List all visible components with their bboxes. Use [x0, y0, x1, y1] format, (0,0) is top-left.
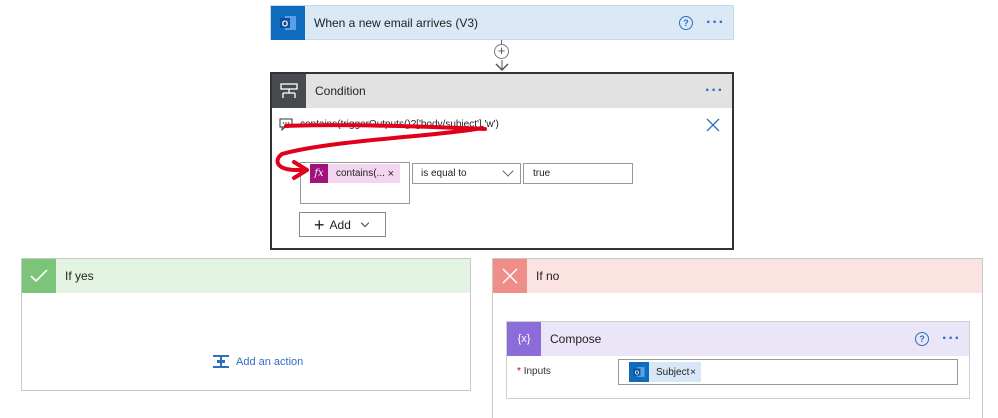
- help-icon[interactable]: ?: [679, 15, 694, 30]
- expression-text: contains(triggerOutputs()?['body/subject…: [300, 119, 499, 130]
- branch-if-no: If no {x} Compose ? ··· * Inputs O Subje…: [492, 258, 983, 418]
- outlook-icon: O: [271, 5, 305, 40]
- add-an-action-link[interactable]: Add an action: [212, 354, 303, 370]
- expression-token-label: contains(...: [336, 168, 385, 179]
- chevron-down-icon: [502, 165, 514, 177]
- add-label: Add: [329, 217, 351, 232]
- expression-token[interactable]: fx contains(... ×: [310, 164, 400, 183]
- subject-token-label: Subject: [656, 366, 690, 378]
- subject-token[interactable]: O Subject ×: [629, 362, 701, 382]
- checkmark-icon: [22, 259, 56, 293]
- fx-icon: fx: [310, 164, 328, 183]
- branch-if-yes: If yes Add an action: [21, 258, 471, 391]
- inputs-label-text: Inputs: [523, 366, 551, 377]
- svg-text:O: O: [635, 370, 640, 376]
- insert-step-button[interactable]: +: [494, 44, 509, 59]
- compose-title: Compose: [550, 332, 602, 346]
- arrow-down-icon: [495, 60, 509, 72]
- plus-icon: +: [314, 214, 325, 235]
- help-icon[interactable]: ?: [915, 332, 930, 346]
- operator-select[interactable]: is equal to: [412, 163, 521, 184]
- inputs-label: * Inputs: [517, 366, 551, 377]
- outlook-icon: O: [629, 362, 649, 382]
- remove-token-icon[interactable]: ×: [690, 367, 696, 378]
- add-row-button[interactable]: + Add: [299, 212, 386, 237]
- condition-header[interactable]: Condition ···: [272, 74, 732, 108]
- if-yes-header[interactable]: If yes: [22, 259, 470, 293]
- condition-icon: [272, 74, 306, 108]
- more-options-icon[interactable]: ···: [942, 331, 961, 347]
- if-no-header[interactable]: If no: [493, 259, 982, 293]
- condition-title: Condition: [315, 84, 366, 98]
- if-no-title: If no: [536, 269, 560, 283]
- compose-header[interactable]: {x} Compose ? ···: [507, 322, 969, 356]
- chevron-down-icon: [360, 218, 370, 227]
- remove-token-icon[interactable]: ×: [388, 168, 394, 180]
- add-action-icon: [213, 355, 229, 368]
- compose-icon: {x}: [507, 322, 541, 356]
- if-yes-title: If yes: [65, 269, 94, 283]
- compose-card[interactable]: {x} Compose ? ··· * Inputs O Subject ×: [506, 321, 970, 399]
- more-options-icon[interactable]: ···: [706, 14, 725, 30]
- x-icon: [493, 259, 527, 293]
- add-an-action-label: Add an action: [236, 356, 304, 368]
- comment-icon: [279, 118, 293, 131]
- condition-right-operand[interactable]: true: [523, 163, 633, 184]
- trigger-title: When a new email arrives (V3): [314, 15, 479, 30]
- close-icon[interactable]: [706, 118, 720, 132]
- inputs-field[interactable]: O Subject ×: [618, 359, 958, 385]
- svg-text:O: O: [282, 19, 288, 28]
- trigger-card[interactable]: O When a new email arrives (V3) ? ···: [270, 5, 734, 40]
- expression-row: contains(triggerOutputs()?['body/subject…: [279, 118, 499, 131]
- more-options-icon[interactable]: ···: [705, 83, 724, 99]
- required-marker: *: [517, 366, 521, 377]
- condition-left-operand[interactable]: fx contains(... ×: [300, 162, 410, 204]
- condition-card[interactable]: Condition ··· contains(triggerOutputs()?…: [270, 72, 734, 250]
- operator-value: is equal to: [421, 168, 467, 179]
